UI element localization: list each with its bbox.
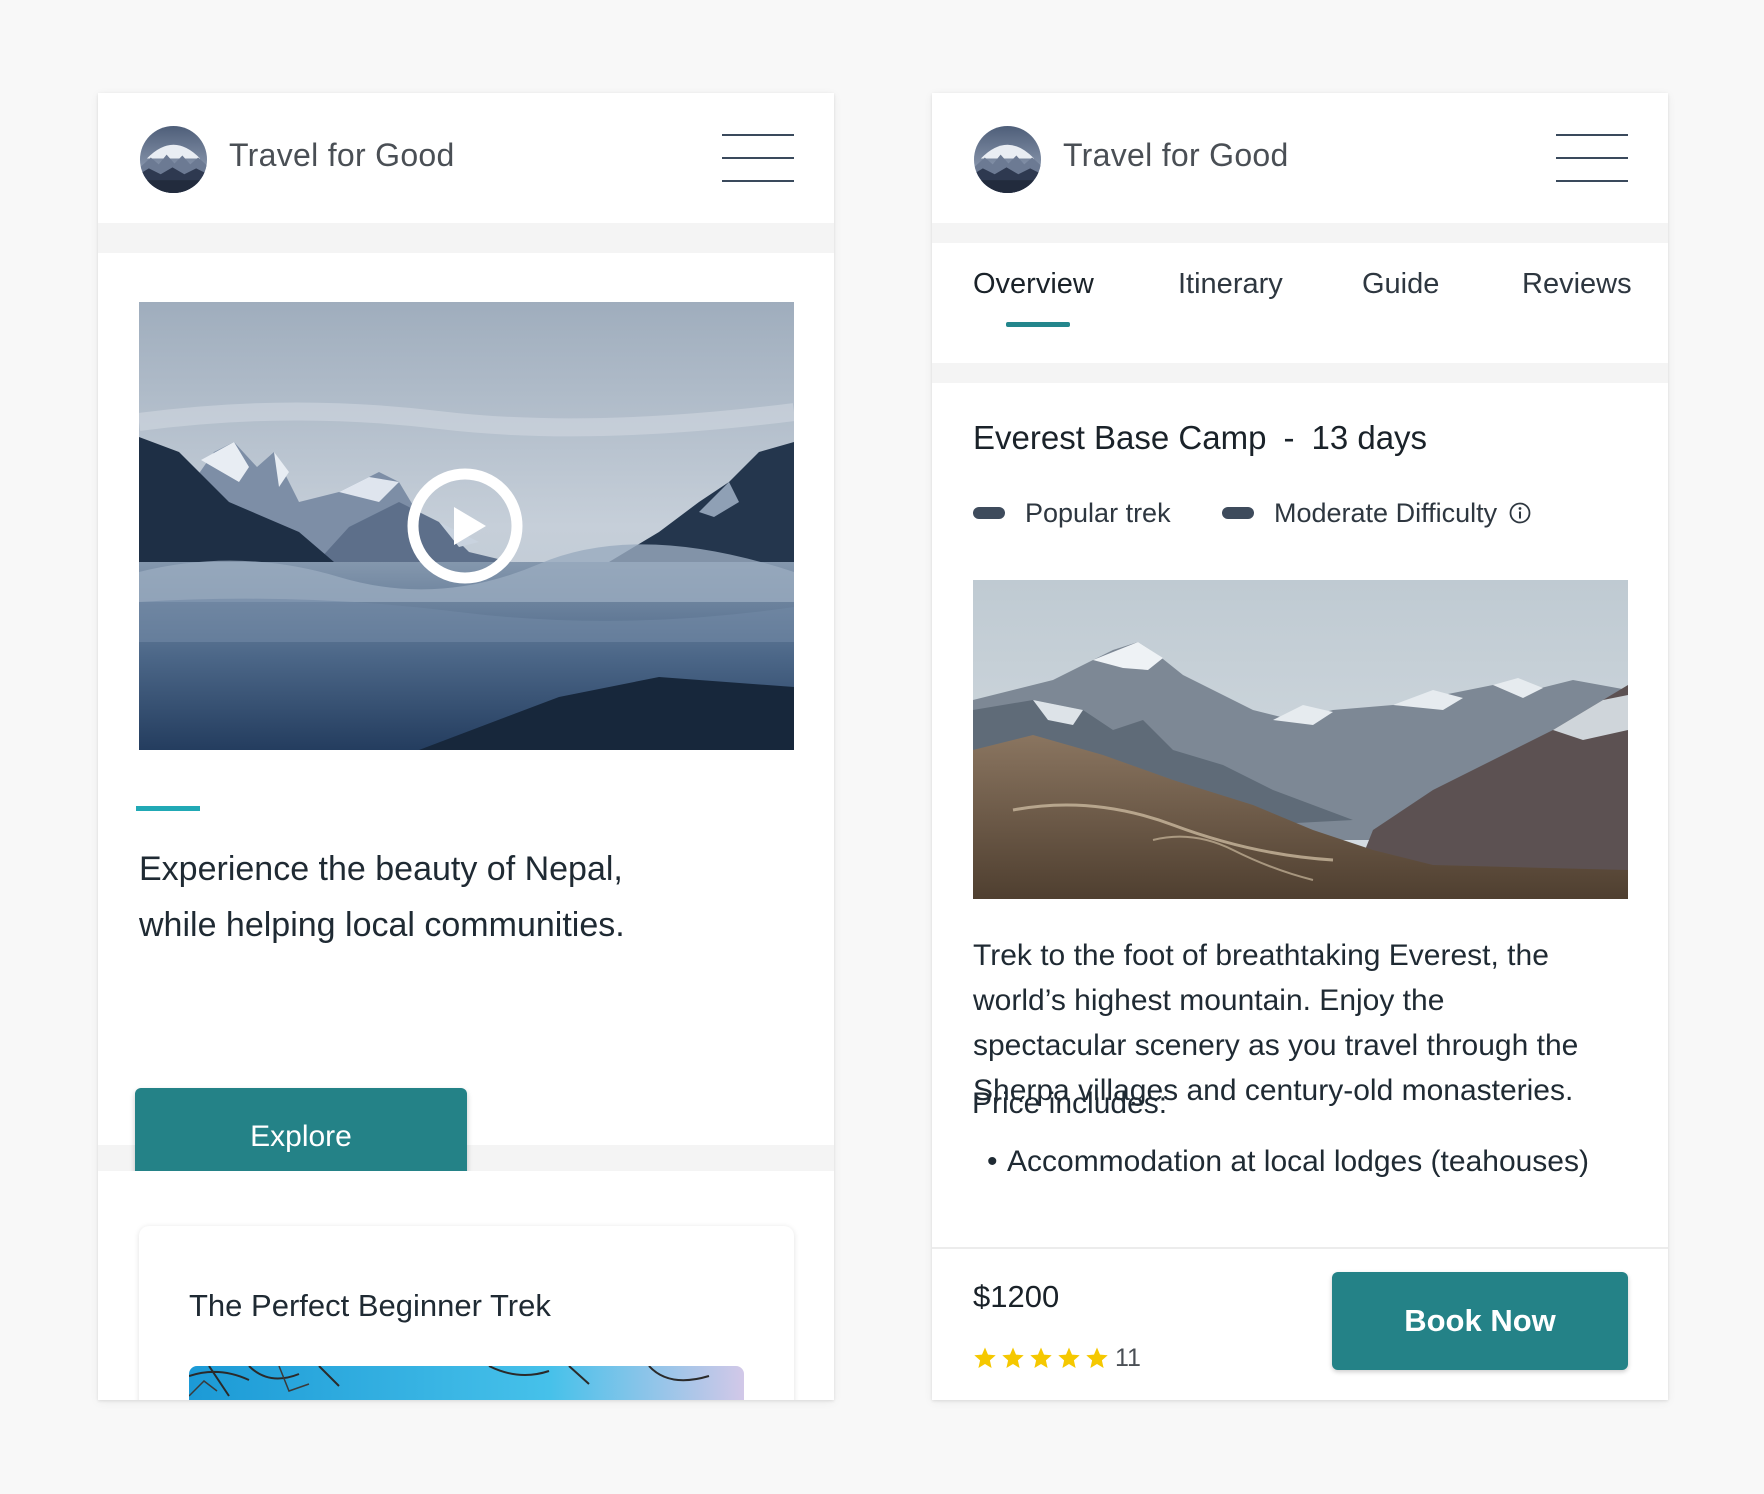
- tag-label: Popular trek: [1025, 497, 1171, 528]
- trip-name: Everest Base Camp: [973, 419, 1267, 456]
- app-header: Travel for Good: [98, 93, 834, 223]
- tab-guide[interactable]: Guide: [1362, 268, 1439, 301]
- booking-bar: $1200 11 Book Now: [932, 1247, 1668, 1400]
- menu-bar: [1556, 180, 1628, 182]
- star-icon: [1002, 1347, 1024, 1368]
- app-title: Travel for Good: [1063, 137, 1289, 173]
- hero-headline: Experience the beauty of Nepal, while he…: [139, 841, 779, 953]
- info-icon[interactable]: [1509, 502, 1531, 524]
- description-line: Trek to the foot of breathtaking Everest…: [973, 939, 1549, 972]
- price-includes-list: Accommodation at local lodges (teahouses…: [973, 1145, 1589, 1179]
- hero-headline-line: Experience the beauty of Nepal,: [139, 850, 623, 888]
- hamburger-menu-icon[interactable]: [722, 132, 794, 186]
- featured-trek-card[interactable]: The Perfect Beginner Trek: [139, 1226, 794, 1400]
- tab-reviews[interactable]: Reviews: [1522, 268, 1632, 301]
- title-separator: -: [1283, 419, 1295, 456]
- trip-title: Everest Base Camp -13 days: [973, 419, 1427, 457]
- hero-video[interactable]: [139, 302, 794, 750]
- app-title: Travel for Good: [229, 137, 455, 173]
- tab-overview[interactable]: Overview: [973, 268, 1094, 301]
- home-screen: Travel for Good Experience the beauty of…: [98, 93, 834, 1400]
- tag-pill: [973, 507, 1005, 519]
- tag-popular-trek: Popular trek: [973, 497, 1171, 529]
- review-count[interactable]: 11: [1115, 1344, 1141, 1373]
- star-rating: 11: [973, 1344, 1141, 1373]
- trek-card-title: The Perfect Beginner Trek: [189, 1288, 551, 1323]
- menu-bar: [722, 134, 794, 136]
- tag-pill: [1222, 507, 1254, 519]
- trip-duration: 13 days: [1311, 419, 1428, 456]
- star-icon: [1058, 1347, 1080, 1368]
- menu-bar: [722, 180, 794, 182]
- hamburger-menu-icon[interactable]: [1556, 132, 1628, 186]
- hero-headline-line: while helping local communities.: [139, 906, 625, 944]
- list-item: Accommodation at local lodges (teahouses…: [973, 1145, 1589, 1179]
- mountain-logo-icon[interactable]: [139, 125, 208, 194]
- trip-description: Trek to the foot of breathtaking Everest…: [973, 933, 1633, 1113]
- book-now-button[interactable]: Book Now: [1332, 1272, 1628, 1370]
- description-line: spectacular scenery as you travel throug…: [973, 1029, 1579, 1062]
- tag-label: Moderate Difficulty: [1274, 497, 1498, 528]
- play-icon[interactable]: [407, 468, 523, 584]
- active-tab-indicator: [1006, 322, 1070, 327]
- trip-price: $1200: [973, 1279, 1060, 1314]
- price-includes-label: Price includes:: [972, 1087, 1168, 1120]
- star-icon: [1030, 1347, 1052, 1368]
- accent-line: [136, 806, 200, 811]
- trek-card-image: [189, 1366, 744, 1400]
- tab-itinerary[interactable]: Itinerary: [1178, 268, 1283, 301]
- tag-difficulty: Moderate Difficulty: [1222, 497, 1531, 529]
- featured-trek-section: The Perfect Beginner Trek: [98, 1171, 834, 1400]
- menu-bar: [1556, 157, 1628, 159]
- tab-bar: Overview Itinerary Guide Reviews: [932, 243, 1668, 363]
- everest-trek-image: [973, 580, 1628, 899]
- description-line: world’s highest mountain. Enjoy the: [973, 984, 1445, 1017]
- trip-detail-screen: Travel for Good Overview Itinerary Guide…: [932, 93, 1668, 1400]
- hero-section: Experience the beauty of Nepal, while he…: [98, 253, 834, 1185]
- mountain-logo-icon[interactable]: [973, 125, 1042, 194]
- star-icon: [974, 1347, 996, 1368]
- menu-bar: [1556, 134, 1628, 136]
- star-icon: [1086, 1347, 1108, 1368]
- app-header: Travel for Good: [932, 93, 1668, 223]
- menu-bar: [722, 157, 794, 159]
